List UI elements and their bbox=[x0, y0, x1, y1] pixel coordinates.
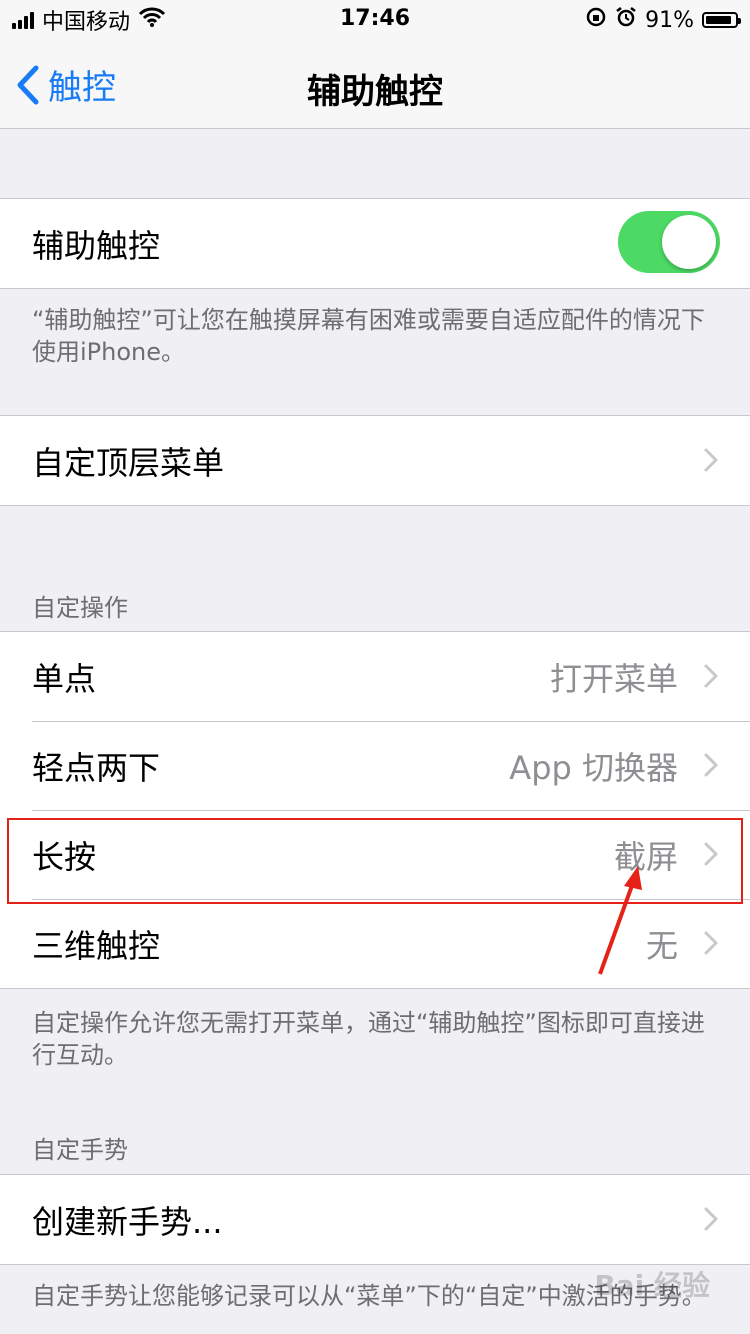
custom-actions-header: 自定操作 bbox=[32, 594, 128, 622]
annotation-arrow-icon bbox=[598, 866, 642, 975]
assistive-touch-footer: “辅助触控”可让您在触摸屏幕有困难或需要自适应配件的情况下使用iPhone。 bbox=[32, 306, 705, 366]
status-bar: 中国移动 17:46 91% bbox=[0, 0, 750, 40]
battery-percent: 91% bbox=[645, 7, 694, 33]
top-menu-label: 自定顶层菜单 bbox=[32, 443, 225, 482]
create-gesture-label: 创建新手势... bbox=[32, 1202, 223, 1241]
top-menu-group: 自定顶层菜单 bbox=[0, 415, 750, 506]
assistive-touch-toggle[interactable] bbox=[618, 211, 720, 273]
action-value: 无 bbox=[645, 926, 678, 965]
action-label: 单点 bbox=[32, 659, 97, 698]
battery-icon bbox=[702, 12, 741, 28]
rotation-lock-icon bbox=[585, 6, 607, 34]
action-row-double-tap[interactable]: 轻点两下 App 切换器 bbox=[0, 721, 750, 810]
custom-gestures-header: 自定手势 bbox=[32, 1136, 128, 1164]
chevron-right-icon bbox=[704, 753, 718, 777]
custom-gestures-group: 创建新手势... bbox=[0, 1174, 750, 1265]
chevron-right-icon bbox=[704, 931, 718, 955]
watermark: Bai 经验 bbox=[594, 1269, 710, 1302]
page-title: 辅助触控 bbox=[307, 72, 443, 112]
toggle-knob bbox=[662, 215, 716, 269]
custom-actions-footer: 自定操作允许您无需打开菜单，通过“辅助触控”图标即可直接进行互动。 bbox=[32, 1009, 705, 1069]
action-label: 轻点两下 bbox=[32, 748, 161, 787]
chevron-right-icon bbox=[704, 664, 718, 688]
assistive-touch-row: 辅助触控 bbox=[0, 199, 750, 288]
alarm-icon bbox=[615, 6, 637, 34]
chevron-right-icon bbox=[704, 448, 718, 472]
action-value: 打开菜单 bbox=[549, 659, 678, 698]
create-gesture-row[interactable]: 创建新手势... bbox=[0, 1175, 750, 1264]
action-label: 三维触控 bbox=[32, 926, 161, 965]
top-menu-row[interactable]: 自定顶层菜单 bbox=[0, 416, 750, 505]
chevron-right-icon bbox=[704, 1207, 718, 1231]
action-row-single-tap[interactable]: 单点 打开菜单 bbox=[0, 632, 750, 721]
navigation-bar: 触控 辅助触控 bbox=[0, 40, 750, 129]
action-value: App 切换器 bbox=[509, 748, 678, 787]
assistive-touch-group: 辅助触控 bbox=[0, 198, 750, 289]
assistive-touch-label: 辅助触控 bbox=[32, 226, 161, 265]
